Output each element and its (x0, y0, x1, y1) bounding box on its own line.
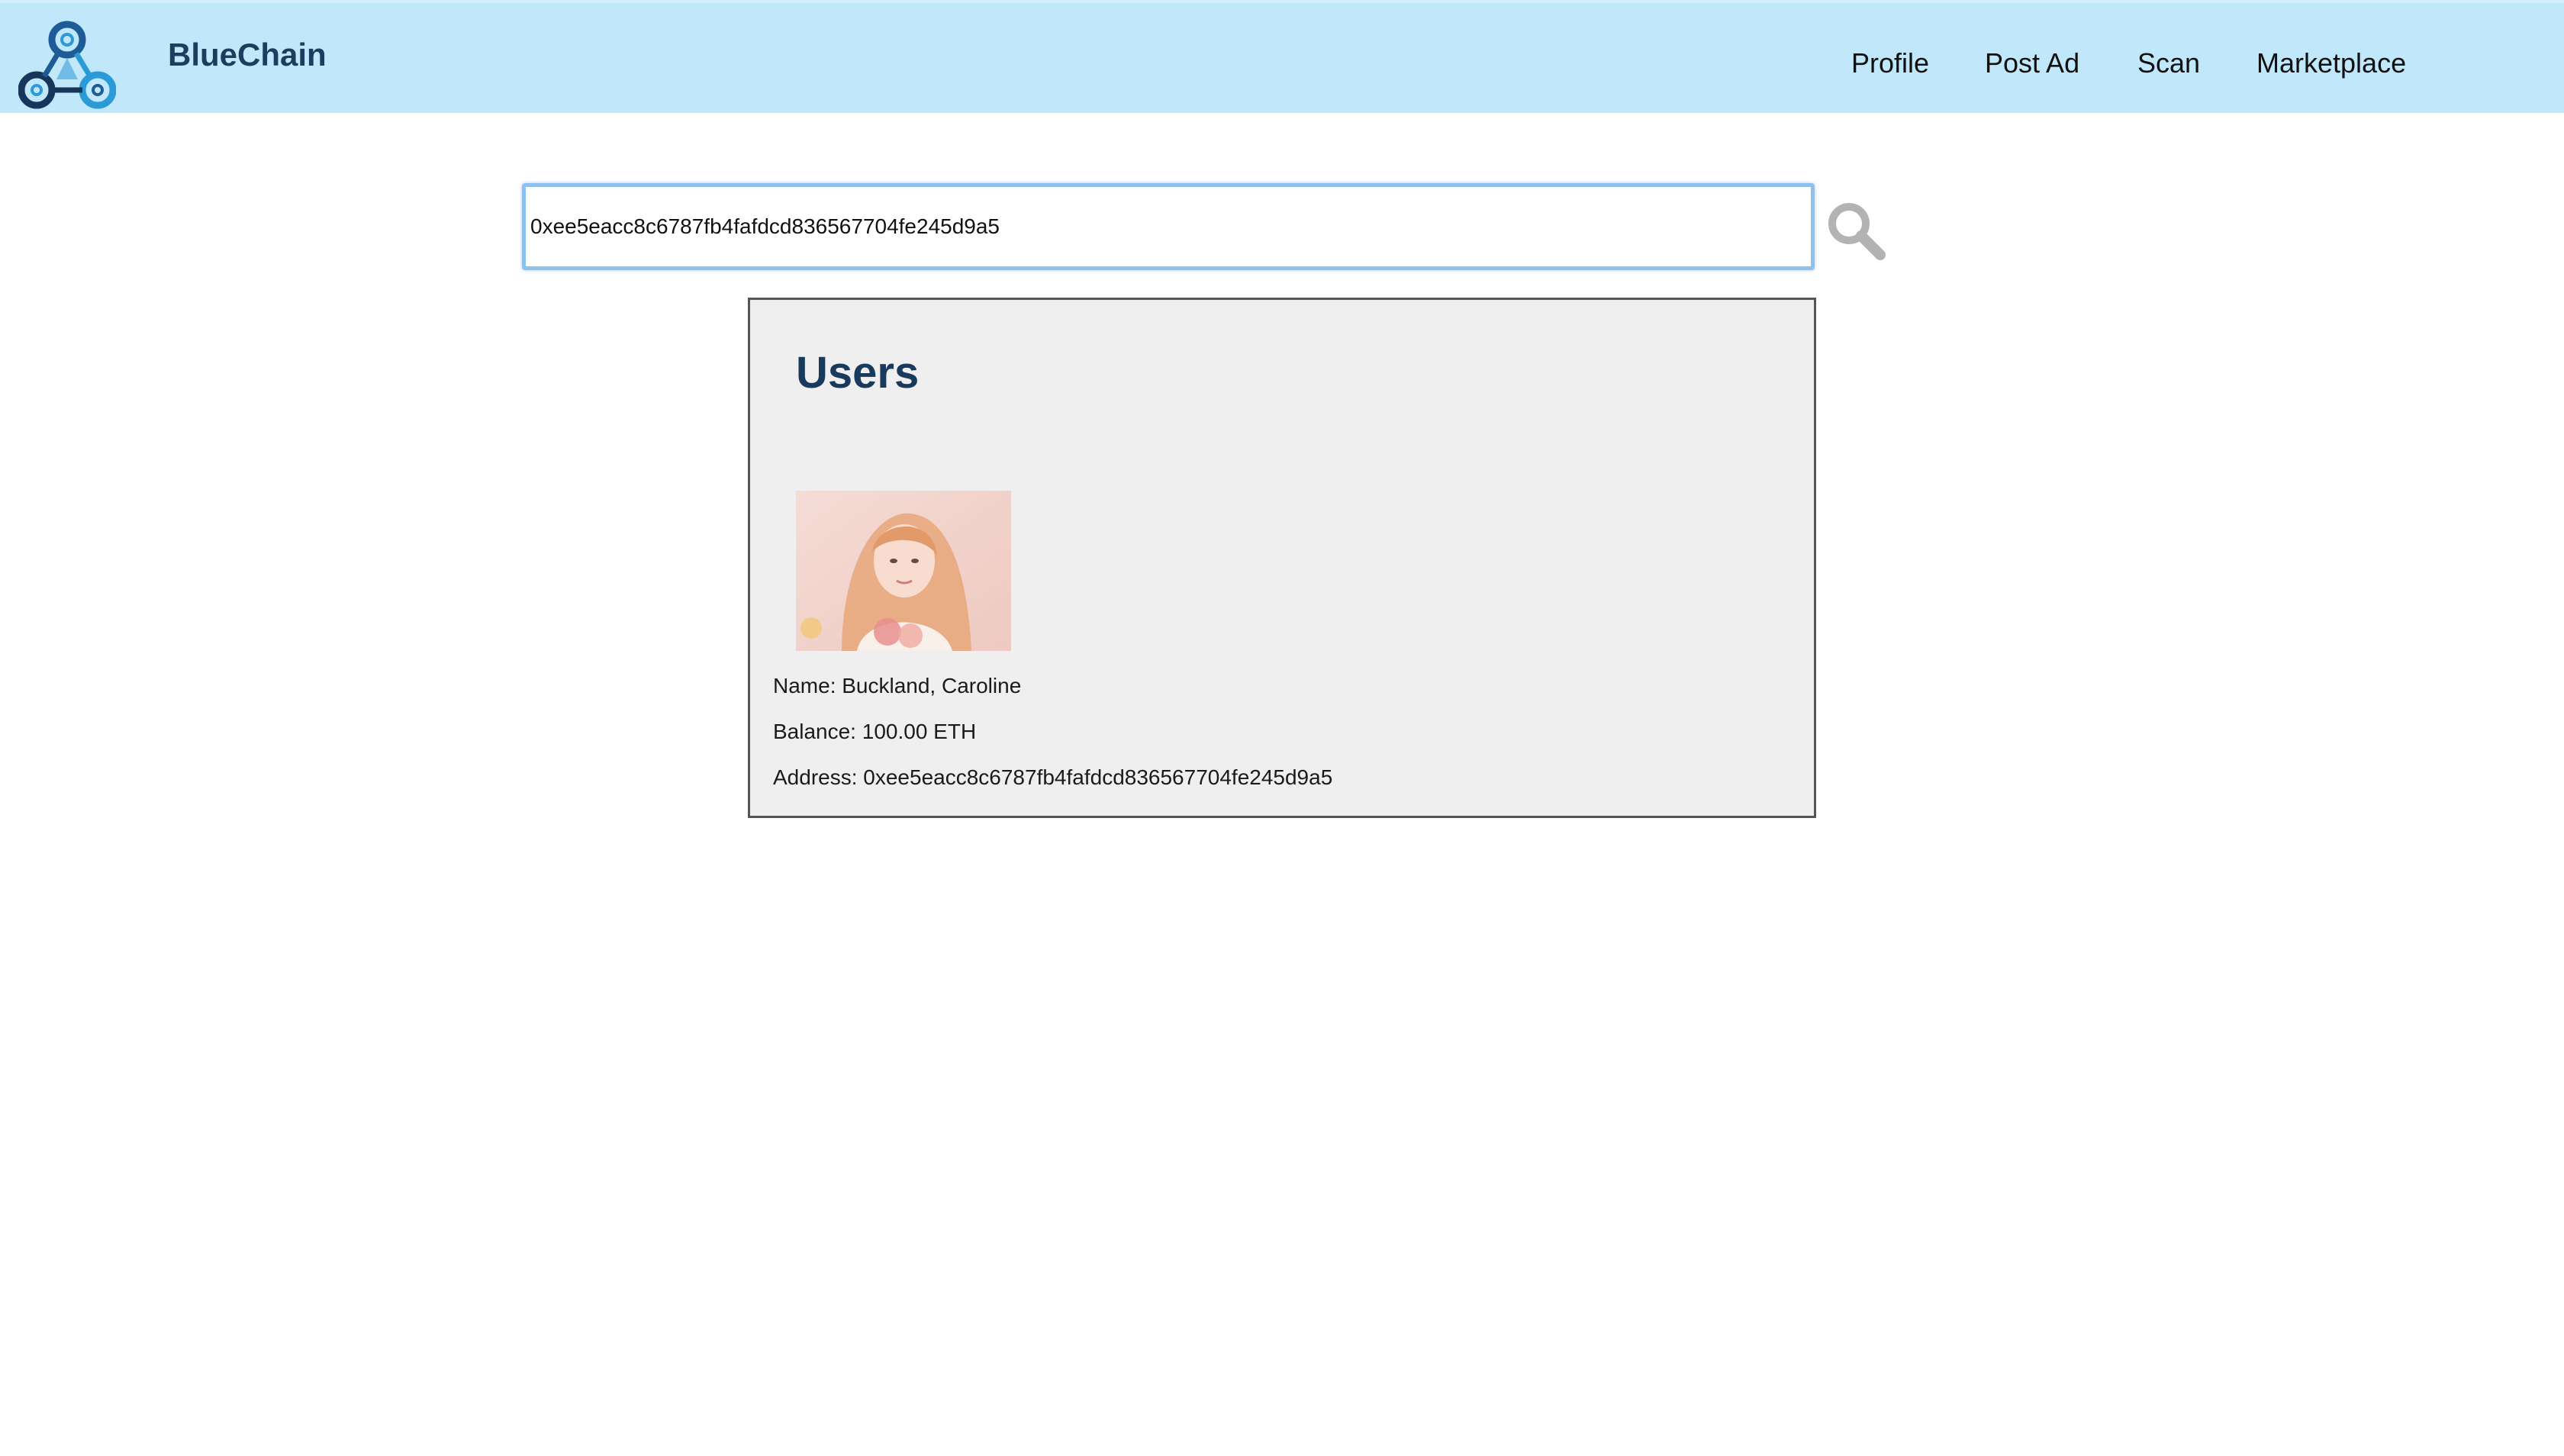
top-navbar: BlueChain Profile Post Ad Scan Marketpla… (0, 0, 2564, 113)
user-avatar[interactable] (796, 491, 1011, 651)
user-address: Address: 0xee5eacc8c6787fb4fafdcd8365677… (773, 765, 1333, 789)
user-photo (796, 491, 1011, 651)
main-nav: Profile Post Ad Scan Marketplace (0, 3, 2564, 116)
nav-marketplace[interactable]: Marketplace (2256, 47, 2406, 79)
search-input[interactable] (522, 183, 1815, 270)
search-icon[interactable] (1825, 200, 1886, 261)
search-results-panel: Users Name: Buckland, Caroline Balance: … (748, 298, 1816, 818)
nav-scan[interactable]: Scan (2137, 47, 2200, 79)
user-name: Name: Buckland, Caroline (773, 674, 1022, 697)
nav-profile[interactable]: Profile (1851, 47, 1929, 79)
results-heading: Users (796, 348, 920, 398)
user-balance: Balance: 100.00 ETH (773, 720, 977, 743)
nav-post-ad[interactable]: Post Ad (1985, 47, 2079, 79)
